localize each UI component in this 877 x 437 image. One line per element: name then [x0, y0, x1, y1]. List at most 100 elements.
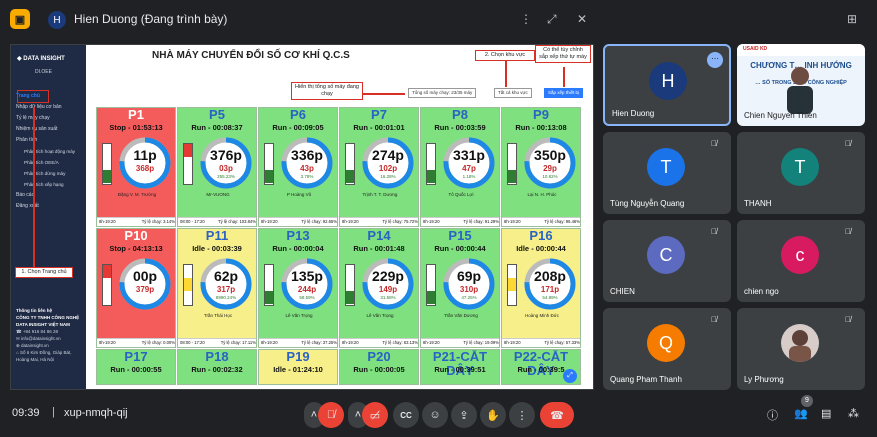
shift-time: 08:00 - 17:20 — [180, 340, 205, 345]
run-rate: Tỷ lệ chạy: 103.84% — [218, 219, 256, 224]
machine-status: Run - 00:39:51 — [434, 365, 486, 374]
participant-photo — [781, 324, 819, 362]
participant-tile[interactable]: 🎙̸ Ly Phương — [737, 308, 865, 390]
annotation-arrow-count — [363, 93, 405, 95]
present-icon: ⇪ — [459, 409, 469, 422]
chat-icon[interactable]: ▤ — [821, 407, 831, 420]
camera-off-button[interactable]: ▭̸ — [362, 402, 388, 428]
top-bar: ▣ H Hien Duong (Đang trình bày) ⋮ ⤢ ✕ ⊞ — [0, 0, 877, 40]
more-horiz-icon[interactable]: ⋯ — [707, 52, 723, 68]
sidebar-item[interactable]: Đăng xuất — [16, 201, 84, 212]
more-options-button[interactable]: ⋮ — [509, 402, 535, 428]
operator-name: Đặng V. M. Trường — [117, 192, 157, 197]
stopped-minutes: 171p — [540, 285, 560, 294]
mic-off-icon: 🎙̸ — [845, 315, 851, 324]
info-icon[interactable]: ⓘ — [767, 407, 778, 423]
meeting-code: xup-nmqh-qij — [64, 407, 128, 419]
sort-button[interactable]: Sắp xếp thiết bị — [544, 88, 584, 98]
sidebar-item[interactable]: Phân tích — [16, 135, 84, 146]
presenter-title: Hien Duong (Đang trình bày) — [74, 12, 228, 26]
signal-light — [183, 143, 193, 185]
sidebar-item[interactable]: Nhiệm vụ sản xuất — [16, 124, 84, 135]
leave-call-button[interactable]: ☎ — [540, 402, 574, 428]
meet-window: ▣ H Hien Duong (Đang trình bày) ⋮ ⤢ ✕ ⊞ … — [0, 0, 877, 437]
pin-icon[interactable]: ✕ — [577, 12, 587, 26]
operator-name: Lê Văn Trọng — [366, 313, 394, 318]
participant-tile[interactable]: T 🎙̸ Tùng Nguyễn Quang — [603, 132, 731, 214]
machine-card[interactable]: P9 Run - 00:13:08 350p 29p 10.82% Lại N. H. P… — [501, 107, 581, 227]
mic-off-icon: 🎙̸ — [711, 139, 717, 148]
participant-tile[interactable]: c 🎙̸ chien ngo — [737, 220, 865, 302]
run-rate: Tỷ lệ chạy: 3.14% — [141, 219, 175, 224]
machine-card[interactable]: P6 Run - 00:09:05 336p 43p 3.78% P Hoàng Vũ 8h… — [258, 107, 338, 227]
machine-card[interactable]: P11 Idle - 00:03:39 62p 317p 8990.24% Trần Th… — [177, 228, 257, 348]
machine-card[interactable]: P5 Run - 00:08:37 376p 03p 255.23% Mr-VUONG 08… — [177, 107, 257, 227]
more-vert-icon[interactable]: ⋮ — [520, 12, 532, 26]
stopped-minutes: 244p — [297, 285, 317, 294]
machine-card[interactable]: P17 Run - 00:00:55 — [96, 349, 176, 385]
separator: | — [52, 406, 55, 418]
machine-status: Run - 00:00:04 — [272, 244, 324, 253]
sidebar-item[interactable]: Nhập dữ liệu cơ bản — [16, 102, 84, 113]
mic-off-button[interactable]: 🎙̸ — [318, 402, 344, 428]
card-footer: 8h-19:20 Tỷ lệ chạy: 92.65% — [259, 217, 337, 226]
people-icon[interactable]: 👥 — [794, 407, 808, 420]
grid-layout-icon[interactable]: ⊞ — [847, 12, 857, 26]
sidebar-item[interactable]: Phân tích dừng máy — [16, 168, 84, 179]
participant-avatar: C — [647, 236, 685, 274]
machine-card[interactable]: P13 Run - 00:00:04 135p 244p 58.59% Lê Văn Tr… — [258, 228, 338, 348]
machine-card[interactable]: P8 Run - 00:03:59 331p 47p 1.18% Tô Quốc Lợi 8… — [420, 107, 500, 227]
run-rate: Tỷ lệ chạy: 92.65% — [301, 219, 337, 224]
sidebar-item[interactable]: Phân tích OEE/A — [16, 157, 84, 168]
machine-name: P19 — [286, 349, 310, 364]
sidebar-item[interactable]: Báo cáo — [16, 190, 84, 201]
machine-card[interactable]: P16 Idle - 00:00:44 208p 171p 54.89% Hoàng Mi… — [501, 228, 581, 348]
shift-time: 8h-19:20 — [99, 219, 116, 224]
actual-minutes: 62p — [213, 268, 239, 284]
present-button[interactable]: ⇪ — [451, 402, 477, 428]
signal-light — [102, 143, 112, 185]
sidebar-item[interactable]: Tỷ lệ máy chạy — [16, 113, 84, 124]
emoji-button[interactable]: ☺ — [422, 402, 448, 428]
stopped-minutes: 310p — [459, 285, 479, 294]
expand-icon[interactable]: ⤢ — [563, 369, 577, 383]
sidebar-menu: Trang chủNhập dữ liệu cơ bảnTỷ lệ máy ch… — [16, 91, 84, 212]
fullscreen-icon[interactable]: ⤢ — [547, 12, 557, 27]
participant-name: CHIEN — [610, 287, 635, 296]
signal-light — [345, 143, 355, 185]
machine-card[interactable]: P18 Run - 00:02:32 — [177, 349, 257, 385]
sidebar-item[interactable]: Phân tích hoạt động máy — [16, 146, 84, 157]
change-percent: 54.89% — [542, 295, 558, 300]
machine-name: P9 — [533, 107, 549, 122]
mic-off-icon: 🎙̸ — [845, 227, 851, 236]
activities-icon[interactable]: ⁂ — [848, 407, 859, 420]
participant-tile[interactable]: Q 🎙̸ Quang Pham Thanh — [603, 308, 731, 390]
machine-card[interactable]: P1 Stop - 01:53:13 11p 368p 0.00% Đặng V. M. … — [96, 107, 176, 227]
annotation-arrow-area — [505, 60, 507, 87]
participant-tile[interactable]: T 🎙̸ THANH — [737, 132, 865, 214]
shared-screen: ◆ DATA INSIGHT DI.OEE Trang chủ Nhập dữ l… — [10, 44, 594, 390]
area-select[interactable]: Tất cả khu vực — [494, 88, 532, 98]
emoji-icon: ☺ — [429, 409, 441, 421]
machine-card[interactable]: P7 Run - 00:01:01 274p 102p 16.28% Trịnh T. T… — [339, 107, 419, 227]
operator-name: P Hoàng Vũ — [286, 192, 312, 197]
captions-button[interactable]: CC — [393, 402, 419, 428]
sidebar-item[interactable]: Phân tích xếp hạng — [16, 179, 84, 190]
machine-card[interactable]: P15 Run - 00:00:44 69p 310p 47.25% Trần Văn D… — [420, 228, 500, 348]
card-footer: 08:00 - 17:20 Tỷ lệ chạy: 17.11% — [178, 338, 256, 347]
participant-name: Ly Phương — [744, 375, 784, 384]
machine-card[interactable]: P10 Stop - 04:13:13 00p 379p 0.00% 8h-19:20 Tỷ… — [96, 228, 176, 348]
participant-tile-chien-nguyen-thien[interactable]: USAID KD CHƯƠNG T… INH HƯỚNG … SỐ TRONG … — [737, 44, 865, 126]
annotation-home: 1. Chọn Trang chủ — [15, 267, 73, 278]
machine-name: P5 — [209, 107, 225, 122]
participant-count-badge: 9 — [801, 395, 813, 407]
machine-card[interactable]: P21-CẮT DÂY Run - 00:39:51 — [420, 349, 500, 385]
change-percent: 58.59% — [299, 295, 315, 300]
machine-card[interactable]: P19 Idle - 01:24:10 — [258, 349, 338, 385]
participant-tile[interactable]: C 🎙̸ CHIEN — [603, 220, 731, 302]
machine-card[interactable]: P14 Run - 00:01:48 229p 149p 31.58% Lê Văn Tr… — [339, 228, 419, 348]
machine-card[interactable]: P20 Run - 00:00:05 — [339, 349, 419, 385]
raise-hand-button[interactable]: ✋ — [480, 402, 506, 428]
gauge-ring — [119, 137, 171, 189]
participant-tile[interactable]: H ⋯ Hien Duong — [603, 44, 731, 126]
